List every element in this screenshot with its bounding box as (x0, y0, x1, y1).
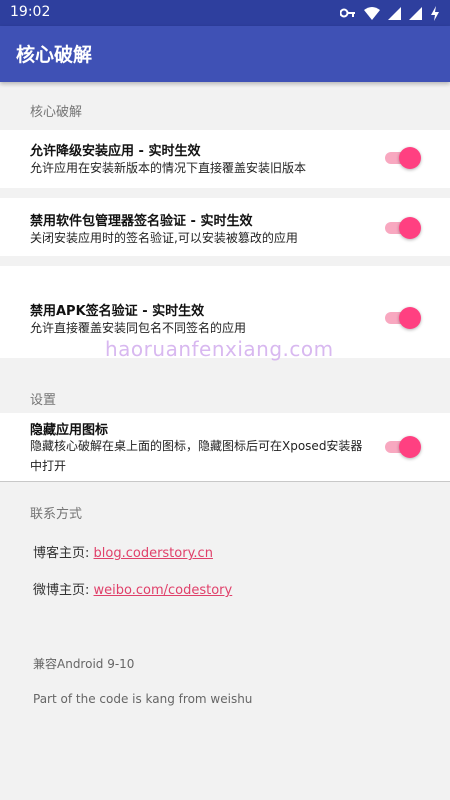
wifi-icon (364, 6, 380, 20)
toggle-thumb (399, 147, 421, 169)
divider (0, 481, 450, 482)
section-header-contact: 联系方式 (30, 507, 83, 522)
status-icons (340, 4, 440, 22)
disable-pm-signature-toggle[interactable] (385, 217, 421, 239)
pref-subtitle: 允许直接覆盖安装同包名不同签名的应用 (30, 321, 247, 335)
pref-row-disable-pm-signature[interactable]: 禁用软件包管理器签名验证 - 实时生效 关闭安装应用时的签名验证,可以安装被篡改… (0, 198, 450, 256)
key-icon (340, 7, 356, 19)
toggle-thumb (399, 217, 421, 239)
watermark-text: haoruanfenxiang.com (105, 337, 334, 361)
toggle-thumb (399, 436, 421, 458)
status-time: 19:02 (10, 4, 51, 20)
credit-text: Part of the code is kang from weishu (33, 692, 253, 706)
section-header-settings: 设置 (30, 393, 57, 408)
app-toolbar: 核心破解 (0, 26, 450, 82)
weibo-row: 微博主页: weibo.com/codestory (33, 579, 232, 598)
blog-row: 博客主页: blog.coderstory.cn (33, 542, 213, 561)
downgrade-toggle[interactable] (385, 147, 421, 169)
status-bar: 19:02 (0, 0, 450, 26)
section-header-core: 核心破解 (30, 105, 83, 120)
signal-icon (388, 6, 401, 20)
pref-title: 禁用APK签名验证 - 实时生效 (30, 304, 205, 319)
blog-label: 博客主页: (33, 546, 94, 561)
pref-subtitle: 关闭安装应用时的签名验证,可以安装被篡改的应用 (30, 231, 298, 245)
signal-icon (409, 6, 422, 20)
compat-text: 兼容Android 9-10 (33, 657, 135, 671)
pref-row-downgrade[interactable]: 允许降级安装应用 - 实时生效 允许应用在安装新版本的情况下直接覆盖安装旧版本 (0, 130, 450, 188)
toggle-thumb (399, 307, 421, 329)
disable-apk-signature-toggle[interactable] (385, 307, 421, 329)
pref-subtitle: 允许应用在安装新版本的情况下直接覆盖安装旧版本 (30, 161, 307, 175)
weibo-label: 微博主页: (33, 583, 94, 598)
pref-title: 允许降级安装应用 - 实时生效 (30, 144, 201, 159)
battery-charging-icon (430, 5, 440, 21)
blog-link[interactable]: blog.coderstory.cn (94, 546, 213, 561)
weibo-link[interactable]: weibo.com/codestory (94, 583, 233, 598)
hide-icon-toggle[interactable] (385, 436, 421, 458)
toolbar-title: 核心破解 (16, 44, 93, 66)
pref-title: 禁用软件包管理器签名验证 - 实时生效 (30, 214, 253, 229)
pref-subtitle: 隐藏核心破解在桌上面的图标，隐藏图标后可在Xposed安装器中打开 (30, 439, 363, 473)
pref-row-hide-icon[interactable]: 隐藏应用图标 隐藏核心破解在桌上面的图标，隐藏图标后可在Xposed安装器中打开 (0, 413, 450, 481)
